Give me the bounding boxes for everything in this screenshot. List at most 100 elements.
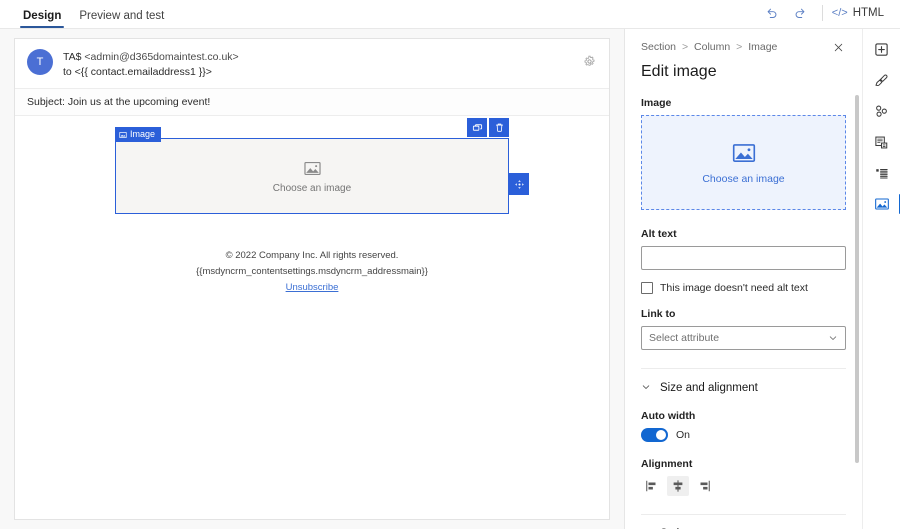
chevron-down-icon — [641, 382, 651, 394]
choose-image-dropzone[interactable]: Choose an image — [641, 115, 846, 210]
redo-icon — [793, 6, 807, 20]
image-icon — [119, 131, 127, 139]
from-line: TA$ <admin@d365domaintest.co.uk> — [63, 50, 239, 65]
image-field-label: Image — [641, 97, 846, 109]
properties-panel-content: Section > Column > Image Edit image Imag… — [625, 29, 862, 529]
duplicate-icon — [472, 122, 483, 133]
footer-address-token: {{msdyncrm_contentsettings.msdyncrm_addr… — [15, 264, 609, 280]
no-alt-text-checkbox[interactable] — [641, 282, 653, 294]
undo-button[interactable] — [759, 2, 785, 24]
top-actions: </> HTML — [759, 2, 886, 28]
breadcrumb-section[interactable]: Section — [641, 41, 676, 53]
no-alt-text-label: This image doesn't need alt text — [660, 282, 808, 294]
html-view-button[interactable]: </> HTML — [832, 7, 886, 19]
tab-design[interactable]: Design — [14, 11, 70, 29]
add-element-icon — [874, 42, 889, 57]
image-placeholder-canvas[interactable]: Choose an image — [115, 138, 509, 214]
block-label-tag[interactable]: Image — [115, 127, 161, 142]
tool-rail — [862, 29, 900, 529]
email-subject: Subject: Join us at the upcoming event! — [15, 88, 609, 116]
email-settings-button[interactable] — [579, 51, 599, 71]
close-icon — [833, 42, 844, 53]
redo-button[interactable] — [787, 2, 813, 24]
link-to-value: Select attribute — [649, 332, 719, 344]
panel-scrollbar[interactable] — [855, 95, 859, 463]
auto-width-toggle-row: On — [641, 428, 846, 442]
add-element-button[interactable] — [867, 34, 897, 64]
size-and-alignment-title: Size and alignment — [660, 382, 758, 394]
trash-icon — [494, 122, 505, 133]
style-section-header[interactable]: Style — [641, 515, 846, 529]
breadcrumb-image[interactable]: Image — [748, 41, 777, 53]
block-label-text: Image — [130, 129, 155, 140]
align-center-icon — [671, 479, 685, 493]
themes-icon — [874, 104, 889, 119]
properties-panel: Section > Column > Image Edit image Imag… — [624, 29, 862, 529]
email-canvas: T TA$ <admin@d365domaintest.co.uk> to <{… — [0, 29, 624, 529]
email-from-block: TA$ <admin@d365domaintest.co.uk> to <{{ … — [63, 49, 239, 80]
email-header: T TA$ <admin@d365domaintest.co.uk> to <{… — [15, 39, 609, 88]
footer-copyright: © 2022 Company Inc. All rights reserved. — [15, 248, 609, 264]
layout-structure-button[interactable] — [867, 158, 897, 188]
alignment-label: Alignment — [641, 458, 846, 470]
avatar: T — [27, 49, 53, 75]
auto-width-label: Auto width — [641, 410, 846, 422]
image-block-selected[interactable]: Image — [115, 138, 509, 214]
from-address: <admin@d365domaintest.co.uk> — [84, 51, 238, 63]
image-placeholder-text: Choose an image — [273, 183, 351, 194]
tab-preview-and-test[interactable]: Preview and test — [70, 11, 173, 29]
link-to-select[interactable]: Select attribute — [641, 326, 846, 350]
saved-content-button[interactable] — [867, 127, 897, 157]
html-view-label: HTML — [853, 7, 884, 19]
breadcrumb-column[interactable]: Column — [694, 41, 730, 53]
move-block-handle[interactable] — [509, 173, 529, 195]
brush-styles-button[interactable] — [867, 65, 897, 95]
panel-title: Edit image — [641, 63, 846, 81]
saved-content-icon — [874, 135, 889, 150]
unsubscribe-link[interactable]: Unsubscribe — [15, 280, 609, 296]
image-placeholder-icon — [303, 159, 322, 178]
view-tabs: Design Preview and test — [14, 0, 173, 28]
choose-image-label: Choose an image — [702, 173, 784, 185]
toggle-knob — [656, 430, 666, 440]
breadcrumb-separator-2: > — [736, 41, 742, 53]
gear-icon — [583, 55, 596, 68]
toolbar-divider — [822, 5, 823, 21]
size-and-alignment-section-header[interactable]: Size and alignment — [641, 369, 846, 394]
themes-button[interactable] — [867, 96, 897, 126]
align-left-icon — [645, 479, 659, 493]
move-handle-icon — [514, 179, 525, 190]
email-body: Image — [15, 116, 609, 295]
close-panel-button[interactable] — [831, 41, 846, 55]
alignment-options — [641, 476, 846, 496]
breadcrumb: Section > Column > Image — [641, 41, 777, 53]
to-line: to <{{ contact.emailaddress1 }}> — [63, 65, 239, 80]
image-tool-button[interactable] — [867, 189, 897, 219]
from-name: TA$ — [63, 51, 81, 63]
duplicate-block-button[interactable] — [467, 118, 487, 137]
align-center-button[interactable] — [667, 476, 689, 496]
align-left-button[interactable] — [641, 476, 663, 496]
tab-preview-and-test-label: Preview and test — [79, 10, 164, 22]
undo-icon — [765, 6, 779, 20]
image-tool-icon — [874, 196, 890, 212]
alt-text-input[interactable] — [641, 246, 846, 270]
workspace: T TA$ <admin@d365domaintest.co.uk> to <{… — [0, 29, 900, 529]
brush-styles-icon — [874, 73, 889, 88]
tab-design-label: Design — [23, 10, 61, 22]
auto-width-state: On — [676, 429, 690, 441]
auto-width-toggle[interactable] — [641, 428, 668, 442]
layout-structure-icon — [874, 166, 889, 181]
align-right-button[interactable] — [693, 476, 715, 496]
chevron-down-icon — [828, 333, 838, 343]
no-alt-text-checkbox-row[interactable]: This image doesn't need alt text — [641, 282, 846, 294]
avatar-initial: T — [37, 56, 44, 68]
breadcrumb-separator-1: > — [682, 41, 688, 53]
email-card: T TA$ <admin@d365domaintest.co.uk> to <{… — [14, 38, 610, 520]
panel-header: Section > Column > Image — [641, 41, 846, 55]
align-right-icon — [697, 479, 711, 493]
block-action-buttons — [467, 118, 509, 137]
image-placeholder-icon — [731, 140, 757, 166]
delete-block-button[interactable] — [489, 118, 509, 137]
code-icon: </> — [832, 7, 848, 19]
